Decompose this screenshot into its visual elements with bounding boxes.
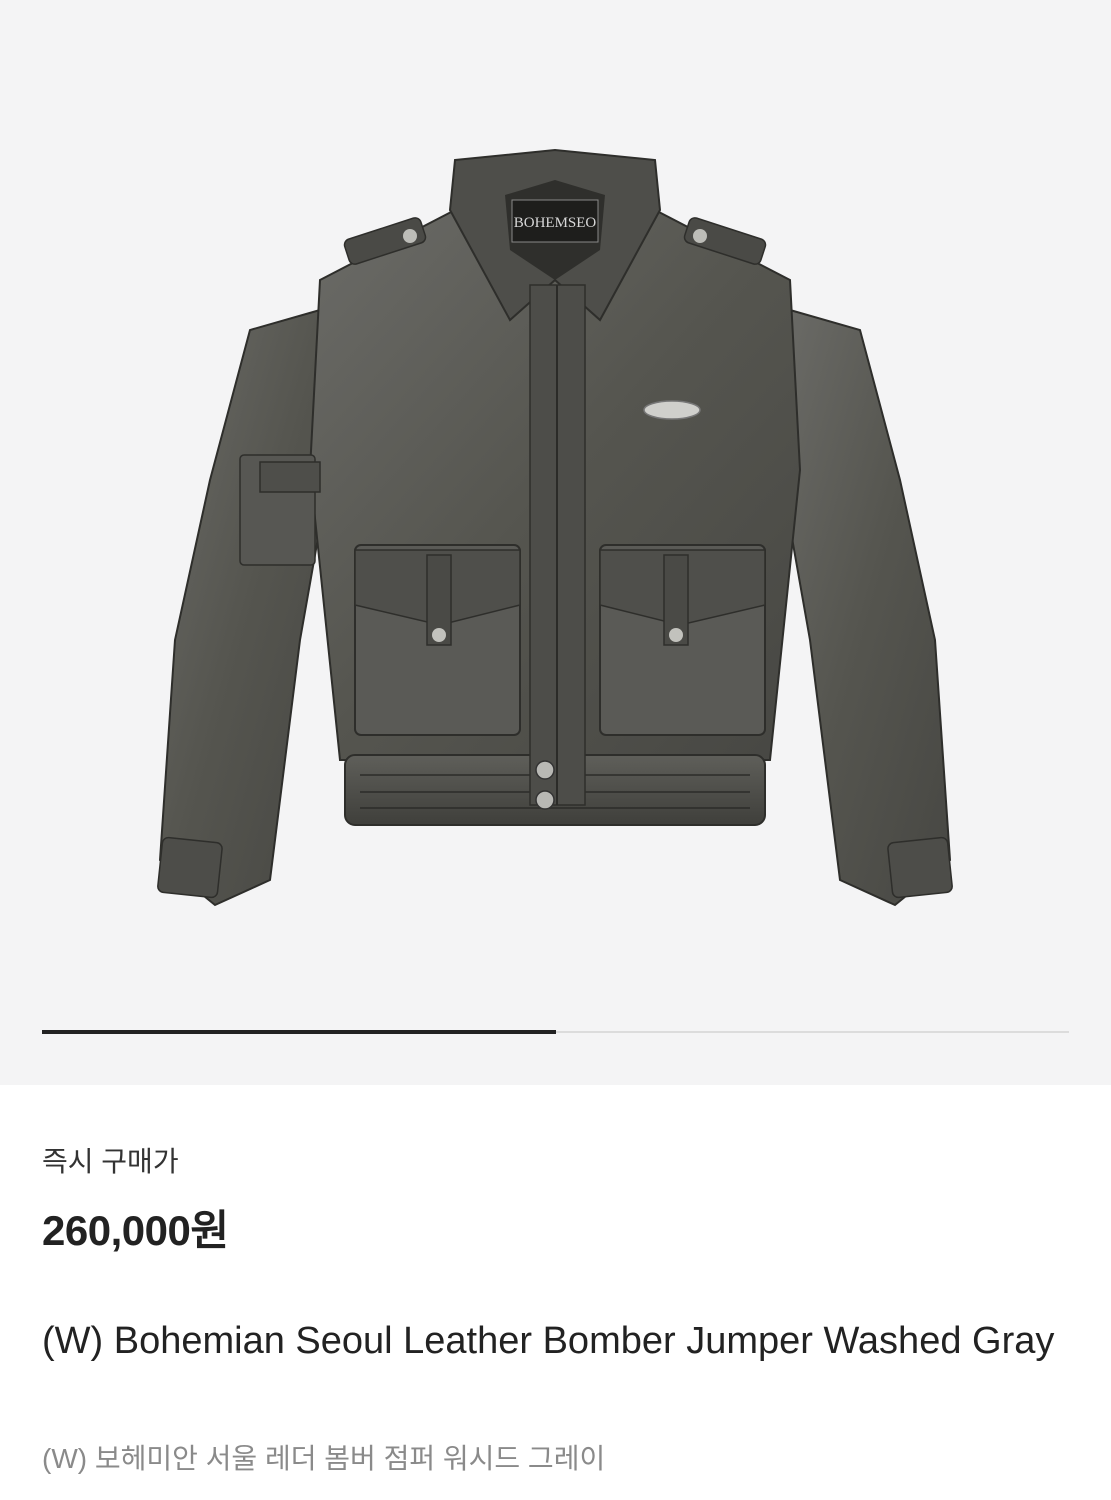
product-info: 즉시 구매가 260,000원 (W) Bohemian Seoul Leath… xyxy=(0,1085,1111,1500)
product-image-area[interactable]: BOHEMSEO xyxy=(0,0,1111,1085)
brand-tag-text: BOHEMSEO xyxy=(514,215,597,231)
carousel-progress-fill xyxy=(42,1030,556,1034)
carousel-progress-bar xyxy=(42,1030,1069,1034)
product-name-ko: (W) 보헤미안 서울 레더 봄버 점퍼 워시드 그레이 xyxy=(42,1443,606,1474)
product-name-en[interactable]: (W) Bohemian Seoul Leather Bomber Jumper… xyxy=(42,1313,1072,1369)
price: 260,000원 xyxy=(42,1207,229,1254)
product-image[interactable]: BOHEMSEO xyxy=(0,0,1111,1085)
instant-buy-price-label: 즉시 구매가 xyxy=(42,1146,179,1177)
